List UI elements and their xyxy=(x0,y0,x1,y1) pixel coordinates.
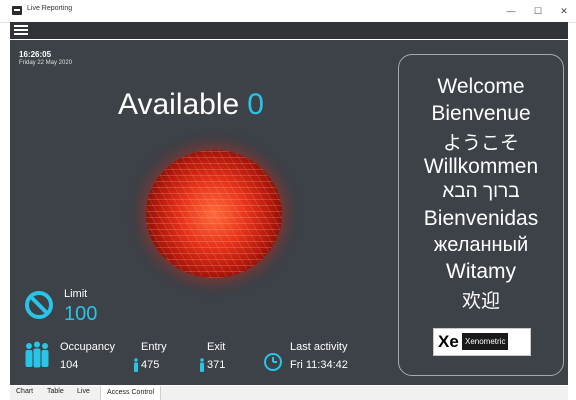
occupancy-value: 104 xyxy=(60,359,79,371)
person-icon xyxy=(134,358,138,372)
window-title: Live Reporting xyxy=(27,5,73,12)
people-icon xyxy=(25,341,49,368)
live-panel: 16:26:05 Friday 22 May 2020 Available 0 L… xyxy=(10,40,568,385)
last-activity-value: Fri 11:34:42 xyxy=(290,359,348,371)
maximize-button[interactable]: ☐ xyxy=(527,3,549,19)
logo-name: Xenometric xyxy=(462,333,509,350)
tab-bar: Chart Table Live Access Control xyxy=(10,386,568,400)
welcome-russian: желанный xyxy=(433,234,529,256)
tab-access-control[interactable]: Access Control xyxy=(100,386,162,400)
current-date: Friday 22 May 2020 xyxy=(19,60,73,66)
app-icon xyxy=(12,6,22,15)
available-display: Available 0 xyxy=(118,88,264,122)
exit-value: 371 xyxy=(207,359,226,371)
welcome-japanese: ようこそ xyxy=(442,133,519,154)
occupancy-label: Occupancy xyxy=(60,341,116,353)
no-entry-icon xyxy=(25,291,53,319)
welcome-spanish: Bienvenidas xyxy=(423,207,539,230)
limit-value: 100 xyxy=(64,303,98,325)
tab-live[interactable]: Live xyxy=(77,388,90,395)
exit-label: Exit xyxy=(207,341,226,353)
title-bar: Live Reporting — ☐ ✕ xyxy=(0,0,576,23)
limit-label: Limit xyxy=(64,288,88,300)
available-count: 0 xyxy=(247,88,264,121)
welcome-german: Willkommen xyxy=(423,155,539,178)
tab-chart[interactable]: Chart xyxy=(16,388,33,395)
last-activity-label: Last activity xyxy=(290,341,348,353)
hamburger-icon[interactable] xyxy=(14,25,28,36)
entry-label: Entry xyxy=(141,341,167,353)
entry-value: 475 xyxy=(141,359,160,371)
menu-bar xyxy=(10,22,568,39)
available-label: Available xyxy=(118,88,240,121)
tab-table[interactable]: Table xyxy=(47,388,64,395)
welcome-panel: Welcome Bienvenue ようこそ Willkommen ברוך ה… xyxy=(398,54,564,376)
clock-icon xyxy=(264,353,282,371)
close-button[interactable]: ✕ xyxy=(553,3,575,19)
welcome-english: Welcome xyxy=(437,75,525,98)
welcome-polish: Witamy xyxy=(446,260,516,283)
xenometric-logo: Xe Xenometric xyxy=(433,328,531,356)
traffic-light-red xyxy=(146,150,282,278)
minimize-button[interactable]: — xyxy=(500,3,522,19)
welcome-chinese: 欢迎 xyxy=(461,291,500,312)
welcome-french: Bienvenue xyxy=(431,102,531,125)
current-time: 16:26:05 xyxy=(19,50,52,59)
person-icon xyxy=(200,358,204,372)
welcome-hebrew: ברוך הבא xyxy=(442,181,520,202)
logo-mark: Xe xyxy=(438,332,459,351)
